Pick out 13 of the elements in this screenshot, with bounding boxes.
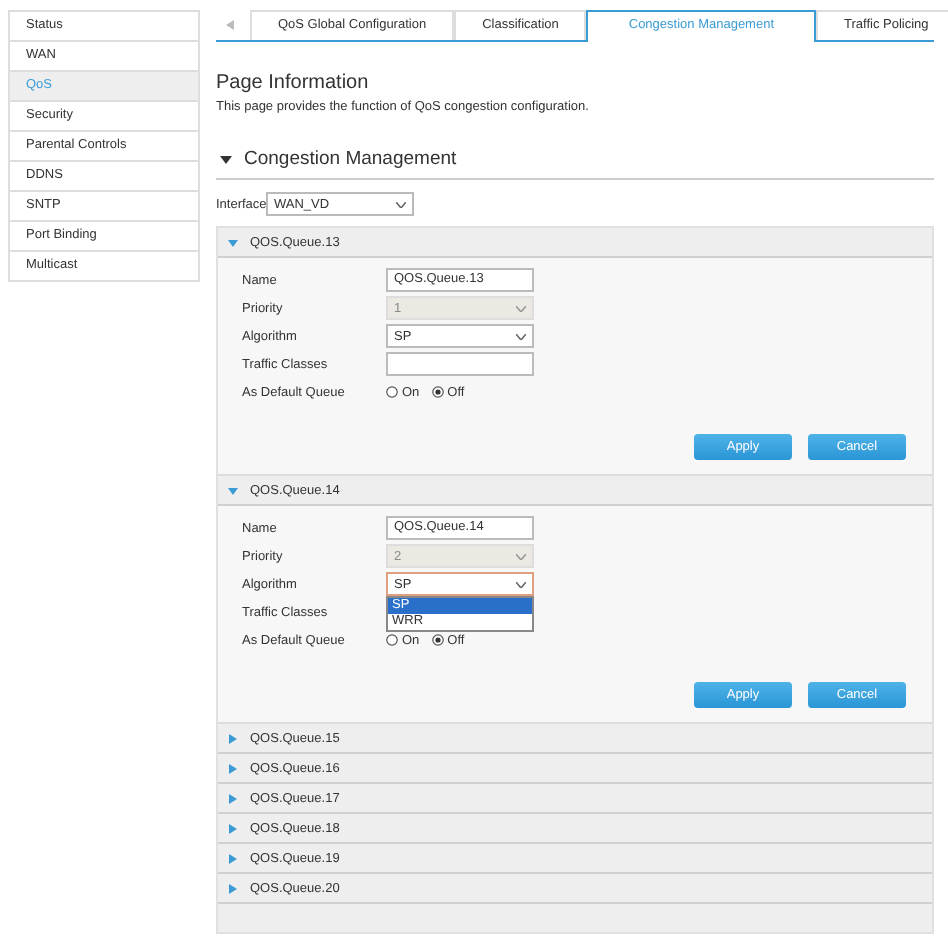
chevron-icon — [516, 305, 526, 311]
chevron-icon — [396, 201, 406, 207]
chevron-icon — [516, 553, 526, 559]
radio-button[interactable] — [386, 386, 398, 398]
traffic-classes-field[interactable] — [386, 352, 534, 376]
page-title: Page Information — [216, 72, 371, 94]
chevron-icon — [516, 333, 526, 339]
radio-button[interactable] — [386, 634, 398, 646]
collapse-icon[interactable] — [220, 153, 232, 165]
radio-button[interactable] — [431, 634, 444, 646]
radio-button[interactable] — [431, 386, 444, 398]
section-title: Congestion Management — [244, 148, 457, 170]
chevron-icon — [516, 581, 526, 587]
